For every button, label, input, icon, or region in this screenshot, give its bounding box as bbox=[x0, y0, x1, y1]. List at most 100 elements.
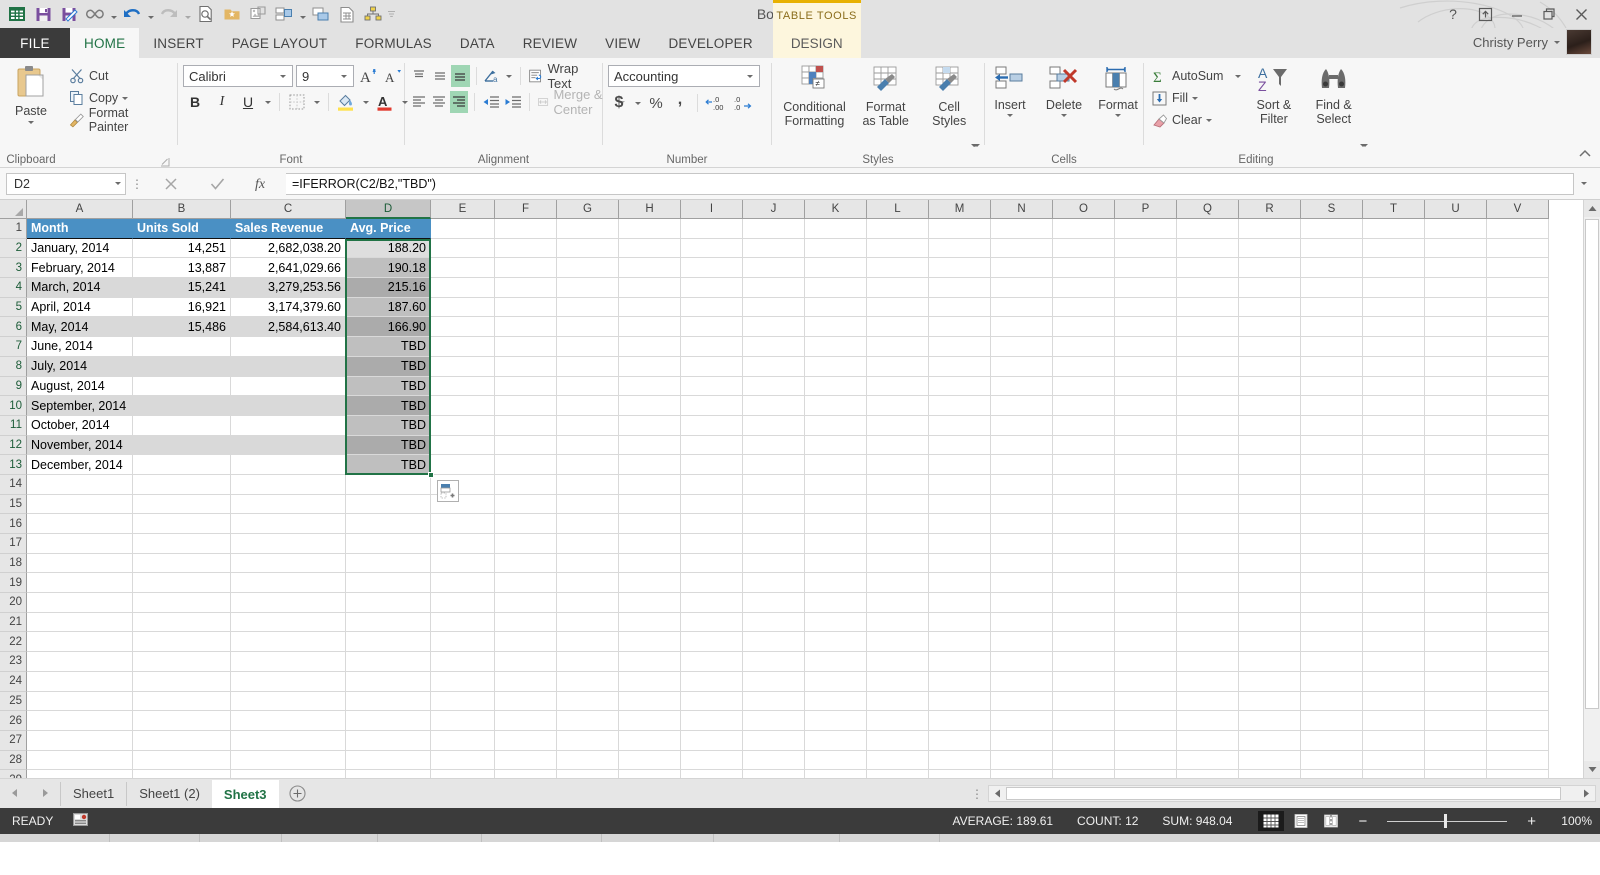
cell-E22[interactable] bbox=[431, 632, 495, 653]
cell-S8[interactable] bbox=[1301, 356, 1363, 377]
cell-J2[interactable] bbox=[743, 238, 805, 259]
cell-E21[interactable] bbox=[431, 612, 495, 633]
cell-Q2[interactable] bbox=[1177, 238, 1239, 259]
cell-V10[interactable] bbox=[1487, 396, 1549, 416]
cell-Q3[interactable] bbox=[1177, 258, 1239, 279]
cell-D6[interactable]: 166.90 bbox=[346, 317, 431, 338]
cell-L2[interactable] bbox=[867, 238, 929, 259]
cell-N12[interactable] bbox=[991, 435, 1053, 456]
cell-O17[interactable] bbox=[1053, 534, 1115, 554]
cell-K23[interactable] bbox=[805, 652, 867, 672]
cell-I25[interactable] bbox=[681, 691, 743, 712]
cell-S1[interactable] bbox=[1301, 219, 1363, 239]
cell-N22[interactable] bbox=[991, 632, 1053, 653]
page-layout-view-icon[interactable] bbox=[1288, 811, 1314, 831]
cell-C28[interactable] bbox=[231, 750, 346, 771]
minimize-icon[interactable] bbox=[1502, 2, 1532, 26]
cell-F20[interactable] bbox=[495, 593, 557, 613]
cell-B14[interactable] bbox=[133, 474, 231, 495]
cell-K8[interactable] bbox=[805, 356, 867, 377]
cell-A22[interactable] bbox=[27, 632, 133, 653]
cell-J20[interactable] bbox=[743, 593, 805, 613]
normal-view-icon[interactable] bbox=[1258, 811, 1285, 831]
cell-A28[interactable] bbox=[27, 750, 133, 771]
cell-R26[interactable] bbox=[1239, 711, 1301, 731]
cell-C14[interactable] bbox=[231, 474, 346, 495]
cell-L26[interactable] bbox=[867, 711, 929, 731]
cell-P23[interactable] bbox=[1115, 652, 1177, 672]
column-header-R[interactable]: R bbox=[1239, 200, 1301, 219]
cell-N16[interactable] bbox=[991, 514, 1053, 534]
cell-Q22[interactable] bbox=[1177, 632, 1239, 653]
cell-G6[interactable] bbox=[557, 317, 619, 338]
zoom-slider[interactable] bbox=[1383, 811, 1511, 831]
cell-V6[interactable] bbox=[1487, 317, 1549, 338]
cell-G8[interactable] bbox=[557, 356, 619, 377]
cell-V19[interactable] bbox=[1487, 573, 1549, 594]
find-select-button[interactable]: Find & Select bbox=[1304, 62, 1366, 147]
cell-N1[interactable] bbox=[991, 219, 1053, 239]
cell-K14[interactable] bbox=[805, 474, 867, 495]
cell-D23[interactable] bbox=[346, 652, 431, 672]
cell-H10[interactable] bbox=[619, 396, 681, 416]
column-header-D[interactable]: D bbox=[346, 200, 431, 219]
cell-P29[interactable] bbox=[1115, 770, 1177, 778]
next-sheet-icon[interactable] bbox=[40, 787, 50, 801]
cell-I8[interactable] bbox=[681, 356, 743, 377]
zoom-level[interactable]: 100% bbox=[1548, 814, 1592, 828]
table-row[interactable] bbox=[27, 573, 1600, 594]
row-header-18[interactable]: 18 bbox=[0, 553, 27, 574]
cell-R5[interactable] bbox=[1239, 297, 1301, 318]
table-row[interactable] bbox=[27, 691, 1600, 712]
grow-font-icon[interactable]: A bbox=[357, 65, 379, 87]
cell-E23[interactable] bbox=[431, 652, 495, 672]
cell-M13[interactable] bbox=[929, 455, 991, 475]
ribbon-tab-strip[interactable]: FILE HOME INSERT PAGE LAYOUT FORMULAS DA… bbox=[0, 0, 1600, 58]
cell-T12[interactable] bbox=[1363, 435, 1425, 456]
cell-F27[interactable] bbox=[495, 730, 557, 751]
cell-T19[interactable] bbox=[1363, 573, 1425, 594]
cell-S19[interactable] bbox=[1301, 573, 1363, 594]
cell-U11[interactable] bbox=[1425, 415, 1487, 436]
cell-L29[interactable] bbox=[867, 770, 929, 778]
row-header-1[interactable]: 1 bbox=[0, 219, 27, 239]
cell-B20[interactable] bbox=[133, 593, 231, 613]
cell-C29[interactable] bbox=[231, 770, 346, 778]
cell-C13[interactable] bbox=[231, 455, 346, 475]
cell-R7[interactable] bbox=[1239, 337, 1301, 357]
cell-U8[interactable] bbox=[1425, 356, 1487, 377]
cell-B12[interactable] bbox=[133, 435, 231, 456]
clear-caret-icon[interactable] bbox=[1205, 118, 1212, 122]
cell-C9[interactable] bbox=[231, 376, 346, 397]
cell-I27[interactable] bbox=[681, 730, 743, 751]
cell-P16[interactable] bbox=[1115, 514, 1177, 534]
cell-E1[interactable] bbox=[431, 219, 495, 239]
cell-U4[interactable] bbox=[1425, 278, 1487, 298]
cell-P24[interactable] bbox=[1115, 671, 1177, 692]
cell-K2[interactable] bbox=[805, 238, 867, 259]
cell-N15[interactable] bbox=[991, 494, 1053, 515]
cell-R2[interactable] bbox=[1239, 238, 1301, 259]
cell-O20[interactable] bbox=[1053, 593, 1115, 613]
cell-N9[interactable] bbox=[991, 376, 1053, 397]
enter-icon[interactable] bbox=[194, 173, 240, 195]
cell-M5[interactable] bbox=[929, 297, 991, 318]
scroll-left-button[interactable] bbox=[989, 786, 1006, 801]
cell-F22[interactable] bbox=[495, 632, 557, 653]
table-row[interactable]: November, 2014 TBD bbox=[27, 435, 1600, 456]
cell-L25[interactable] bbox=[867, 691, 929, 712]
cell-Q15[interactable] bbox=[1177, 494, 1239, 515]
table-row[interactable] bbox=[27, 534, 1600, 554]
table-row[interactable] bbox=[27, 770, 1600, 778]
increase-indent-button[interactable] bbox=[503, 91, 523, 113]
cell-P18[interactable] bbox=[1115, 553, 1177, 574]
cell-B16[interactable] bbox=[133, 514, 231, 534]
cell-H24[interactable] bbox=[619, 671, 681, 692]
formula-input[interactable]: =IFERROR(C2/B2,"TBD") bbox=[286, 172, 1574, 195]
table-row[interactable]: Month Units Sold Sales Revenue Avg. Price bbox=[27, 219, 1600, 239]
cancel-icon[interactable] bbox=[148, 173, 194, 195]
autosum-caret-icon[interactable] bbox=[1235, 74, 1242, 78]
cell-D29[interactable] bbox=[346, 770, 431, 778]
cell-V20[interactable] bbox=[1487, 593, 1549, 613]
cell-T6[interactable] bbox=[1363, 317, 1425, 338]
